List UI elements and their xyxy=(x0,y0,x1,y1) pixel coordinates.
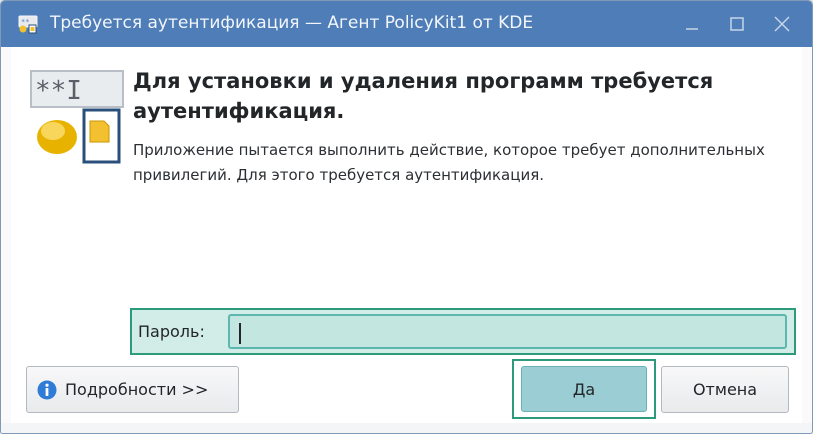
maximize-button[interactable] xyxy=(725,12,749,36)
close-button[interactable] xyxy=(770,12,794,36)
ok-button-focus-frame: Да xyxy=(512,359,656,419)
cancel-button[interactable]: Отмена xyxy=(661,366,789,413)
ok-button[interactable]: Да xyxy=(521,366,647,412)
svg-text:**: ** xyxy=(21,18,29,26)
cancel-button-label: Отмена xyxy=(692,380,758,399)
ok-button-label: Да xyxy=(572,380,596,399)
window-bottom-border xyxy=(1,423,812,433)
password-lock-icon: **I xyxy=(30,70,124,164)
dialog-heading: Для установки и удаления программ требуе… xyxy=(133,69,714,123)
dialog-content: **I Для установки и удаления программ тр… xyxy=(11,47,802,423)
details-button[interactable]: Подробности >> xyxy=(26,366,239,413)
auth-dialog-window: ** Требуется аутентификация — Агент Poli… xyxy=(0,0,813,434)
maximize-icon xyxy=(730,17,744,31)
details-button-label: Подробности >> xyxy=(65,380,209,399)
password-label: Пароль: xyxy=(138,322,205,341)
text-cursor xyxy=(239,323,241,344)
window-title: Требуется аутентификация — Агент PolicyK… xyxy=(50,13,534,33)
dialog-description: Приложение пытается выполнить действие, … xyxy=(133,141,765,184)
info-icon xyxy=(37,380,57,400)
close-icon xyxy=(774,16,790,32)
authentication-icon: ** xyxy=(18,15,38,34)
password-icon-text: **I xyxy=(35,76,82,106)
password-input[interactable] xyxy=(228,314,787,349)
password-row: Пароль: xyxy=(130,308,796,355)
title-bar[interactable]: ** Требуется аутентификация — Агент Poli… xyxy=(1,1,812,47)
minimize-button[interactable] xyxy=(680,12,704,36)
minimize-icon xyxy=(686,28,698,30)
